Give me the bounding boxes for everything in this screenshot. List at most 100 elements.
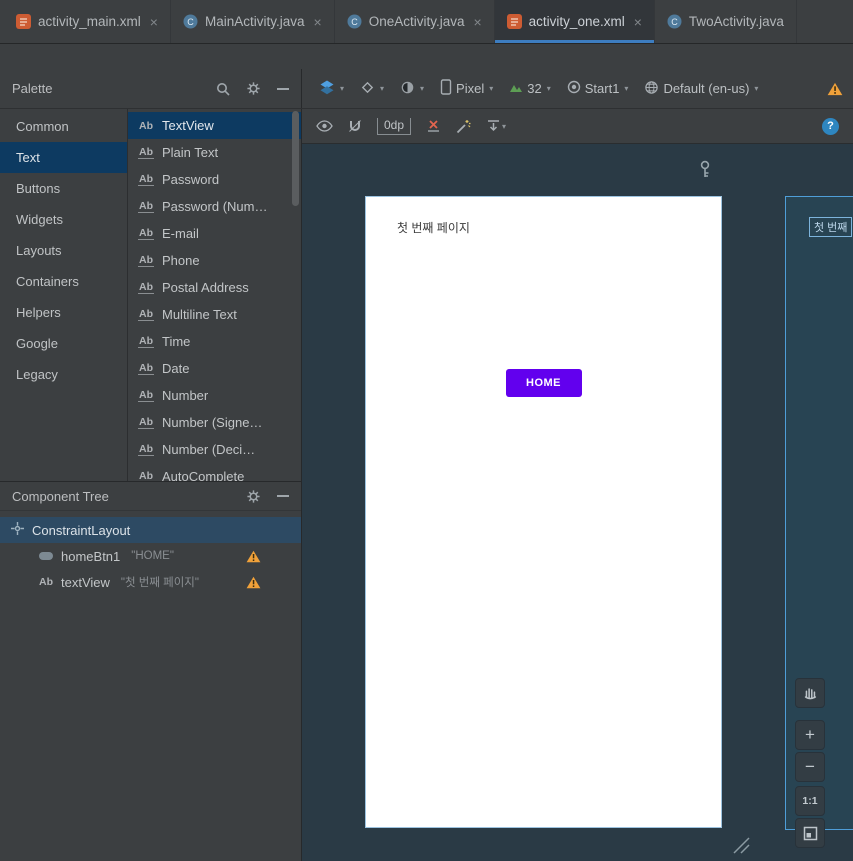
palette-item-phone[interactable]: Ab Phone [128, 247, 301, 274]
minimize-icon[interactable] [277, 495, 289, 497]
surface-selector[interactable]: ▾ [312, 76, 351, 101]
night-mode-selector[interactable]: ▾ [393, 77, 431, 101]
canvas-textview[interactable]: 첫 번째 페이지 [397, 219, 470, 236]
button-icon [38, 549, 54, 564]
textfield-icon: Ab [138, 335, 154, 348]
palette-item-label: E-mail [162, 226, 199, 241]
design-surface[interactable]: 첫 번째 페이지 HOME 첫 번째 + − 1:1 [302, 144, 853, 861]
palette-item-textview[interactable]: Ab TextView [128, 112, 301, 139]
palette-category-layouts[interactable]: Layouts [0, 235, 127, 266]
textfield-icon: Ab [138, 227, 154, 240]
clear-constraints-icon[interactable] [426, 119, 441, 133]
key-icon[interactable] [699, 160, 711, 184]
api-level-selector[interactable]: 32 ▾ [502, 78, 557, 99]
palette-item-password-numeric[interactable]: Ab Password (Num… [128, 193, 301, 220]
tab-activity-one-xml[interactable]: activity_one.xml × [494, 0, 655, 43]
palette-item-plain-text[interactable]: Ab Plain Text [128, 139, 301, 166]
textfield-icon: Ab [138, 146, 154, 159]
textfield-icon: Ab [138, 416, 154, 429]
pack-align-icon[interactable]: ▾ [486, 119, 506, 133]
tree-node-homebtn1[interactable]: homeBtn1 "HOME" [0, 543, 301, 569]
infer-constraints-icon[interactable] [456, 119, 471, 134]
locale-selector[interactable]: Default (en-us) ▾ [637, 77, 765, 101]
palette-item-label: Plain Text [162, 145, 219, 160]
chevron-down-icon: ▾ [624, 84, 629, 93]
palette-item-multiline-text[interactable]: Ab Multiline Text [128, 301, 301, 328]
palette-item-time[interactable]: Ab Time [128, 328, 301, 355]
device-selector[interactable]: Pixel ▾ [433, 76, 500, 101]
textfield-icon: Ab [139, 470, 153, 481]
chevron-down-icon: ▾ [340, 84, 345, 93]
theme-selector[interactable]: Start1 ▾ [560, 77, 636, 100]
tab-twoactivity-java[interactable]: C TwoActivity.java [655, 0, 797, 43]
help-button[interactable]: ? [822, 117, 839, 135]
tab-activity-main-xml[interactable]: activity_main.xml × [4, 0, 171, 43]
palette-category-google[interactable]: Google [0, 328, 127, 359]
gear-icon[interactable] [247, 82, 260, 95]
palette-scrollbar[interactable] [292, 111, 299, 206]
svg-text:C: C [351, 17, 358, 27]
close-icon[interactable]: × [150, 15, 158, 29]
theme-icon [567, 80, 581, 97]
locale-label: Default (en-us) [663, 81, 750, 96]
resize-handle[interactable] [728, 832, 750, 859]
device-screen-canvas[interactable]: 첫 번째 페이지 HOME [365, 196, 722, 828]
header-row: Palette ▾ ▾ ▾ Pixel ▾ 32 ▾ Start1 ▾ Defa… [0, 69, 853, 109]
android-studio-layout-editor: activity_main.xml × C MainActivity.java … [0, 0, 853, 861]
zoom-in-button[interactable]: + [795, 720, 825, 750]
tab-mainactivity-java[interactable]: C MainActivity.java × [171, 0, 335, 43]
close-icon[interactable]: × [634, 15, 642, 29]
warning-icon[interactable] [827, 82, 843, 96]
close-icon[interactable]: × [314, 15, 322, 29]
palette-category-buttons[interactable]: Buttons [0, 173, 127, 204]
palette-category-helpers[interactable]: Helpers [0, 297, 127, 328]
close-icon[interactable]: × [473, 15, 481, 29]
palette-category-text[interactable]: Text [0, 142, 127, 173]
zoom-reset-button[interactable]: 1:1 [795, 786, 825, 816]
tree-node-constraintlayout[interactable]: ConstraintLayout [0, 517, 301, 543]
tree-node-textview[interactable]: Ab textView "첫 번째 페이지" [0, 569, 301, 595]
canvas-home-button[interactable]: HOME [505, 369, 582, 397]
zoom-out-button[interactable]: − [795, 752, 825, 782]
gear-icon[interactable] [247, 489, 260, 503]
tree-node-detail: "첫 번째 페이지" [120, 577, 199, 589]
design-area: 0dp ▾ ? 첫 번째 페이지 HOME 첫 번째 + − 1:1 [302, 109, 853, 861]
palette-item-postal-address[interactable]: Ab Postal Address [128, 274, 301, 301]
svg-text:C: C [187, 17, 194, 27]
blueprint-textview[interactable]: 첫 번째 [809, 217, 853, 237]
zoom-fit-button[interactable] [795, 818, 825, 848]
palette-item-number-signed[interactable]: Ab Number (Signe… [128, 409, 301, 436]
palette-item-password[interactable]: Ab Password [128, 166, 301, 193]
chevron-down-icon: ▾ [546, 84, 551, 93]
svg-text:C: C [671, 17, 678, 27]
pan-hand-button[interactable] [795, 678, 825, 708]
palette-item-label: AutoComplete [162, 469, 245, 481]
xml-file-icon [506, 14, 522, 29]
orientation-selector[interactable]: ▾ [353, 77, 391, 101]
minimize-icon[interactable] [277, 87, 289, 90]
tab-label: activity_one.xml [528, 14, 625, 29]
constraint-layout-icon [10, 521, 25, 539]
default-margin-selector[interactable]: 0dp [377, 117, 412, 135]
palette-item-autocomplete[interactable]: Ab AutoComplete [128, 463, 301, 481]
theme-label: Start1 [584, 81, 620, 96]
autoconnect-icon[interactable] [348, 119, 362, 133]
palette-title: Palette [12, 81, 53, 96]
palette-item-number-decimal[interactable]: Ab Number (Deci… [128, 436, 301, 463]
palette-item-label: Multiline Text [162, 307, 237, 322]
view-options-icon[interactable] [316, 120, 333, 132]
warning-icon [246, 576, 261, 589]
textfield-icon: Ab [138, 443, 154, 456]
palette-category-widgets[interactable]: Widgets [0, 204, 127, 235]
night-mode-icon [400, 80, 415, 98]
component-tree-title: Component Tree [12, 488, 109, 504]
search-icon[interactable] [216, 82, 230, 96]
palette-item-email[interactable]: Ab E-mail [128, 220, 301, 247]
palette-category-containers[interactable]: Containers [0, 266, 127, 297]
palette-item-number[interactable]: Ab Number [128, 382, 301, 409]
warning-icon [246, 550, 261, 563]
palette-category-legacy[interactable]: Legacy [0, 359, 127, 390]
palette-item-date[interactable]: Ab Date [128, 355, 301, 382]
tab-oneactivity-java[interactable]: C OneActivity.java × [335, 0, 495, 43]
palette-category-common[interactable]: Common [0, 111, 127, 142]
